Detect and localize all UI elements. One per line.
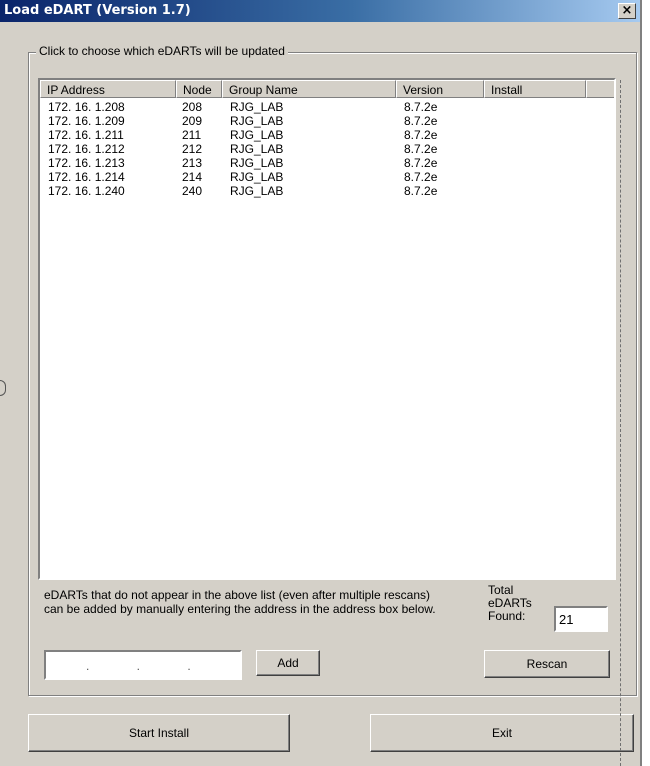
cell-version: 8.7.2e [404,100,438,114]
cell-ip: 172. 16. 1.213 [48,156,125,170]
ip-address-input[interactable]: . . . [44,650,242,680]
cell-group: RJG_LAB [230,114,284,128]
cell-node: 211 [182,128,202,142]
cell-version: 8.7.2e [404,142,438,156]
close-icon: × [621,3,633,18]
total-found-label: Total eDARTs Found: [488,583,532,623]
close-button[interactable]: × [618,3,636,19]
cell-ip: 172. 16. 1.211 [48,128,124,142]
cell-group: RJG_LAB [230,128,284,142]
load-edart-dialog: Load eDART (Version 1.7) × Click to choo… [0,0,642,766]
column-header-install[interactable]: Install [484,80,586,98]
total-found-value: 21 [554,606,608,632]
cell-ip: 172. 16. 1.208 [48,100,125,114]
cell-group: RJG_LAB [230,184,284,198]
exit-button[interactable]: Exit [370,714,634,752]
table-row[interactable]: 172. 16. 1.208 208 RJG_LAB 8.7.2e [40,100,614,114]
table-row[interactable]: 172. 16. 1.212 212 RJG_LAB 8.7.2e [40,142,614,156]
cell-ip: 172. 16. 1.209 [48,114,125,128]
column-header-node[interactable]: Node [176,80,222,98]
column-header-version[interactable]: Version [396,80,484,98]
cell-version: 8.7.2e [404,128,438,142]
manual-entry-note: eDARTs that do not appear in the above l… [44,588,436,616]
title-bar[interactable]: Load eDART (Version 1.7) × [0,0,640,22]
cell-ip: 172. 16. 1.214 [48,170,125,184]
cell-ip: 172. 16. 1.212 [48,142,125,156]
start-install-button[interactable]: Start Install [28,714,290,752]
cell-node: 214 [182,170,203,184]
column-header-ip-address[interactable]: IP Address [40,80,176,98]
cell-version: 8.7.2e [404,114,438,128]
list-rows: 172. 16. 1.208 208 RJG_LAB 8.7.2e 172. 16. 1… [40,100,614,198]
column-header-blank[interactable] [586,80,614,98]
cell-version: 8.7.2e [404,184,438,198]
edart-list[interactable]: IP Address Node Group Name Version Insta… [38,78,616,580]
groupbox-legend: Click to choose which eDARTs will be upd… [36,44,288,58]
cell-group: RJG_LAB [230,142,284,156]
window-title: Load eDART (Version 1.7) [4,3,191,18]
cell-node: 209 [182,114,203,128]
cell-group: RJG_LAB [230,170,284,184]
cell-node: 213 [182,156,203,170]
column-header-group-name[interactable]: Group Name [222,80,396,98]
cell-node: 208 [182,100,203,114]
cell-version: 8.7.2e [404,156,438,170]
cell-version: 8.7.2e [404,170,438,184]
table-row[interactable]: 172. 16. 1.211 211 RJG_LAB 8.7.2e [40,128,614,142]
dashed-guide-line [620,80,621,766]
cell-group: RJG_LAB [230,100,284,114]
table-row[interactable]: 172. 16. 1.213 213 RJG_LAB 8.7.2e [40,156,614,170]
cell-node: 212 [182,142,203,156]
table-row[interactable]: 172. 16. 1.240 240 RJG_LAB 8.7.2e [40,184,614,198]
table-row[interactable]: 172. 16. 1.214 214 RJG_LAB 8.7.2e [40,170,614,184]
rescan-button[interactable]: Rescan [484,650,610,678]
table-row[interactable]: 172. 16. 1.209 209 RJG_LAB 8.7.2e [40,114,614,128]
cell-ip: 172. 16. 1.240 [48,184,125,198]
cell-node: 240 [182,184,203,198]
list-header: IP Address Node Group Name Version Insta… [40,80,614,98]
cell-group: RJG_LAB [230,156,284,170]
add-button[interactable]: Add [256,650,320,676]
